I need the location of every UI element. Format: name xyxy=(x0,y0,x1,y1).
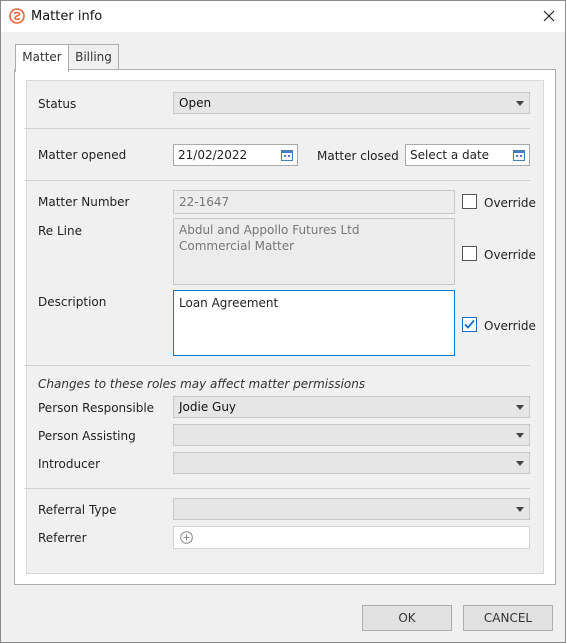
person-assisting-label: Person Assisting xyxy=(38,429,136,443)
matter-opened-label: Matter opened xyxy=(38,148,127,162)
description-label: Description xyxy=(38,295,107,309)
chevron-down-icon xyxy=(516,405,524,410)
matter-number-field[interactable]: 22-1647 xyxy=(173,190,455,214)
re-line-label: Re Line xyxy=(38,224,83,238)
person-assisting-select[interactable] xyxy=(173,424,530,446)
status-select[interactable]: Open xyxy=(173,92,530,114)
matter-closed-label: Matter closed xyxy=(317,149,399,163)
status-value: Open xyxy=(179,96,212,110)
divider xyxy=(24,180,530,181)
calendar-icon[interactable] xyxy=(513,149,525,161)
person-responsible-select[interactable]: Jodie Guy xyxy=(173,396,530,418)
tab-matter[interactable]: Matter xyxy=(15,44,69,72)
roles-permission-note: Changes to these roles may affect matter… xyxy=(38,377,366,391)
matter-closed-date[interactable]: Select a date xyxy=(405,144,530,166)
description-field[interactable]: Loan Agreement xyxy=(173,290,455,356)
calendar-icon[interactable] xyxy=(281,149,293,161)
checkmark-icon xyxy=(464,319,475,329)
divider xyxy=(24,128,530,129)
cancel-button[interactable]: CANCEL xyxy=(463,605,553,631)
app-logo-icon xyxy=(9,8,25,24)
override-label: Override xyxy=(484,248,536,262)
close-icon[interactable] xyxy=(537,5,561,27)
matter-opened-date[interactable]: 21/02/2022 xyxy=(173,144,298,166)
introducer-select[interactable] xyxy=(173,452,530,474)
status-label: Status xyxy=(38,97,77,111)
person-responsible-label: Person Responsible xyxy=(38,401,155,415)
referral-type-label: Referral Type xyxy=(38,503,117,517)
referrer-label: Referrer xyxy=(38,531,87,545)
override-label: Override xyxy=(484,319,536,333)
tab-billing[interactable]: Billing xyxy=(68,44,119,70)
chevron-down-icon xyxy=(516,461,524,466)
introducer-label: Introducer xyxy=(38,457,100,471)
matter-number-override-checkbox[interactable] xyxy=(462,194,477,209)
chevron-down-icon xyxy=(516,507,524,512)
override-label: Override xyxy=(484,196,536,210)
ok-button[interactable]: OK xyxy=(362,605,452,631)
title-bar: Matter info xyxy=(1,1,565,32)
window-title: Matter info xyxy=(31,9,103,24)
matter-info-dialog: Matter info Matter Billing Status Open M… xyxy=(0,0,566,643)
divider xyxy=(24,488,530,489)
chevron-down-icon xyxy=(516,101,524,106)
referrer-field[interactable] xyxy=(173,526,530,549)
description-override-checkbox[interactable] xyxy=(462,317,477,332)
add-icon[interactable] xyxy=(180,531,193,544)
matter-number-label: Matter Number xyxy=(38,195,130,209)
re-line-field[interactable]: Abdul and Appollo Futures Ltd Commercial… xyxy=(173,218,455,285)
referral-type-select[interactable] xyxy=(173,498,530,520)
chevron-down-icon xyxy=(516,433,524,438)
re-line-override-checkbox[interactable] xyxy=(462,246,477,261)
divider xyxy=(24,365,530,366)
